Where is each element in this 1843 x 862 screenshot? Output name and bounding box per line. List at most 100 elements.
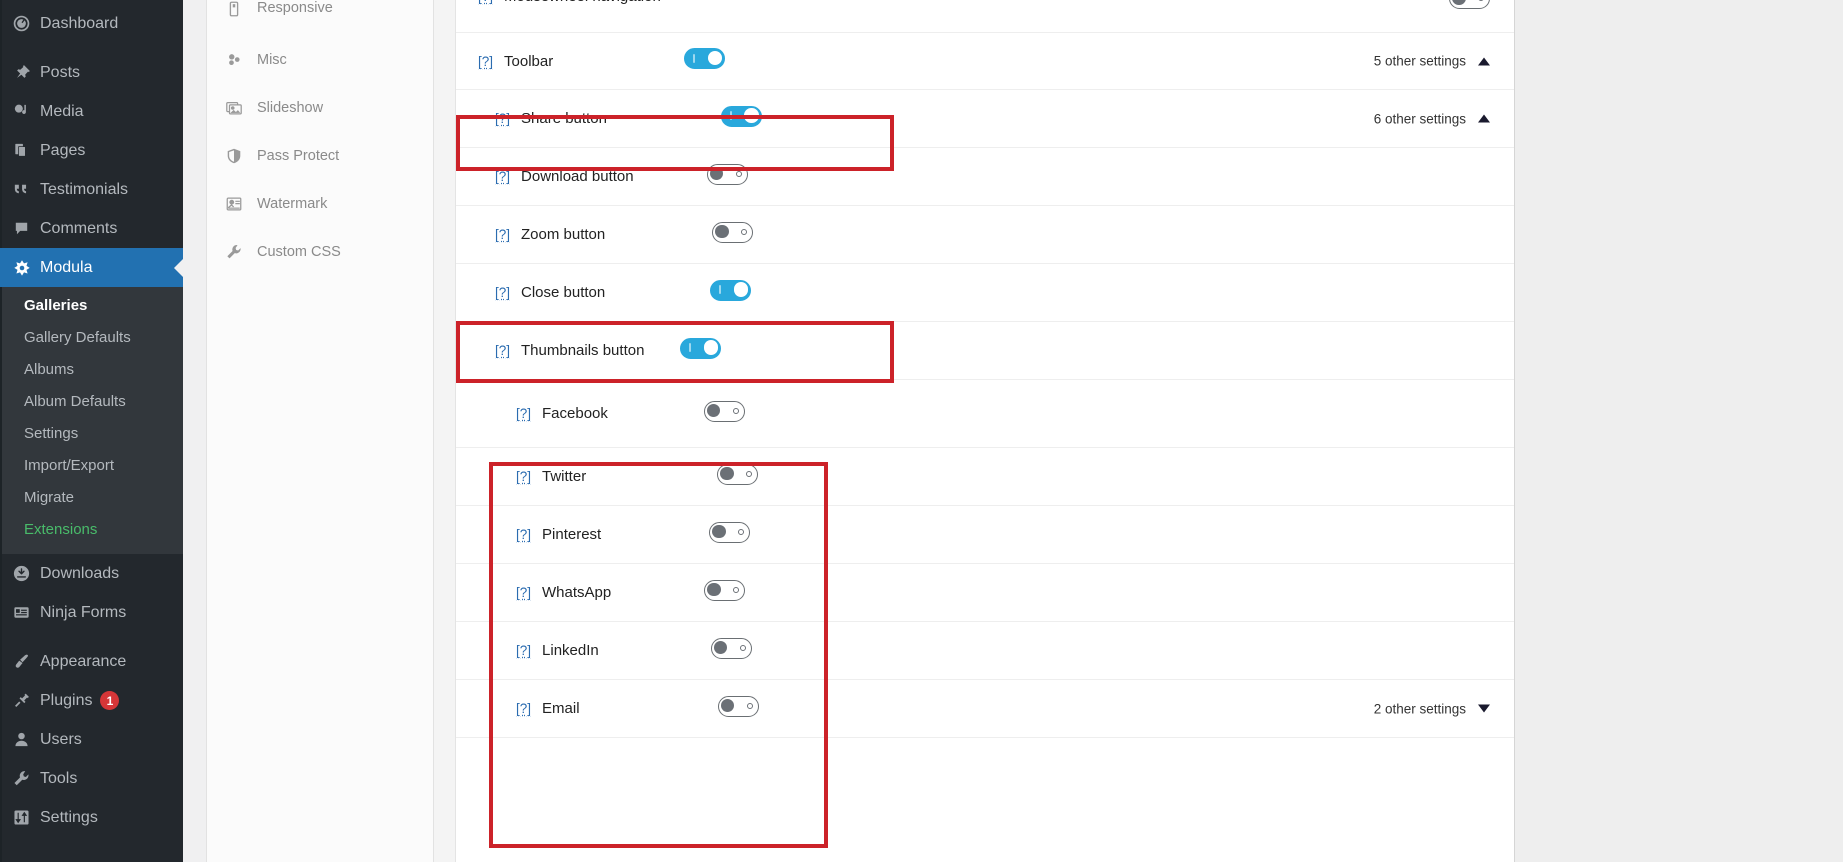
submenu-item-albums[interactable]: Albums	[0, 354, 183, 386]
modula-tab-list: Responsive Misc Slideshow Pass Protect W	[206, 0, 434, 862]
sidebar-item-plugins[interactable]: Plugins 1	[0, 681, 183, 720]
setting-row-linkedin[interactable]: [?] LinkedIn	[456, 622, 1514, 680]
sidebar-item-ninja-forms[interactable]: Ninja Forms	[0, 593, 183, 632]
sidebar-item-modula[interactable]: Modula	[0, 248, 183, 287]
pages-icon	[12, 141, 40, 160]
help-icon[interactable]: [?]	[516, 643, 531, 658]
tab-responsive[interactable]: Responsive	[207, 0, 433, 36]
lightbox-settings-panel: [?] Mousewheel navigation [?] Toolbar 5 …	[455, 0, 1515, 862]
setting-label-wrap: [?] Twitter	[456, 468, 586, 485]
sliders-icon	[12, 808, 40, 827]
modula-submenu: Galleries Gallery Defaults Albums Album …	[0, 287, 183, 554]
setting-label: Mousewheel navigation	[504, 0, 661, 5]
toggle-toolbar[interactable]	[684, 48, 725, 74]
wrench-icon	[225, 243, 257, 261]
toggle-linkedin[interactable]	[711, 638, 752, 664]
tab-misc[interactable]: Misc	[207, 36, 433, 84]
sidebar-label: Downloads	[40, 565, 119, 583]
toggle-whatsapp[interactable]	[704, 580, 745, 606]
chevron-up-icon	[1478, 57, 1490, 65]
toggle-download-button[interactable]	[707, 164, 748, 190]
sidebar-label: Media	[40, 103, 84, 121]
help-icon[interactable]: [?]	[478, 0, 493, 4]
setting-row-mousewheel-navigation[interactable]: [?] Mousewheel navigation	[456, 0, 1514, 33]
sidebar-item-comments[interactable]: Comments	[0, 209, 183, 248]
toggle-pinterest[interactable]	[709, 522, 750, 548]
other-settings-share-button[interactable]: 6 other settings	[1374, 111, 1490, 126]
sidebar-item-dashboard[interactable]: Dashboard	[0, 4, 183, 43]
sidebar-item-testimonials[interactable]: Testimonials	[0, 170, 183, 209]
help-icon[interactable]: [?]	[516, 701, 531, 716]
help-icon[interactable]: [?]	[478, 54, 493, 69]
sidebar-item-media[interactable]: Media	[0, 92, 183, 131]
setting-label-wrap: [?] Close button	[456, 284, 605, 301]
submenu-item-gallery-defaults[interactable]: Gallery Defaults	[0, 322, 183, 354]
setting-label-wrap: [?] Mousewheel navigation	[456, 0, 661, 5]
setting-label-wrap: [?] Email	[456, 700, 580, 717]
submenu-item-migrate[interactable]: Migrate	[0, 482, 183, 514]
sidebar-item-posts[interactable]: Posts	[0, 53, 183, 92]
setting-label-wrap: [?] Thumbnails button	[456, 342, 644, 359]
setting-label-wrap: [?] Share button	[456, 110, 607, 127]
setting-label: Pinterest	[542, 526, 601, 543]
setting-row-download-button[interactable]: [?] Download button	[456, 148, 1514, 206]
setting-row-twitter[interactable]: [?] Twitter	[456, 448, 1514, 506]
toggle-mousewheel-navigation[interactable]	[1449, 0, 1490, 14]
sidebar-content-gap	[183, 0, 206, 862]
submenu-item-album-defaults[interactable]: Album Defaults	[0, 386, 183, 418]
submenu-item-extensions[interactable]: Extensions	[0, 514, 183, 546]
sidebar-item-users[interactable]: Users	[0, 720, 183, 759]
setting-row-pinterest[interactable]: [?] Pinterest	[456, 506, 1514, 564]
sidebar-separator	[0, 632, 183, 642]
panel-left-gap	[434, 0, 455, 862]
setting-row-email[interactable]: [?] Email 2 other settings	[456, 680, 1514, 738]
help-icon[interactable]: [?]	[516, 469, 531, 484]
toggle-share-button[interactable]	[721, 106, 762, 132]
sidebar-item-settings[interactable]: Settings	[0, 798, 183, 837]
help-icon[interactable]: [?]	[495, 343, 510, 358]
tab-custom-css[interactable]: Custom CSS	[207, 228, 433, 276]
setting-label-wrap: [?] Pinterest	[456, 526, 601, 543]
sidebar-item-tools[interactable]: Tools	[0, 759, 183, 798]
setting-row-whatsapp[interactable]: [?] WhatsApp	[456, 564, 1514, 622]
submenu-item-settings[interactable]: Settings	[0, 418, 183, 450]
toggle-twitter[interactable]	[717, 464, 758, 490]
submenu-item-galleries[interactable]: Galleries	[0, 290, 183, 322]
toggle-facebook[interactable]	[704, 401, 745, 427]
active-arrow-icon	[174, 259, 183, 277]
sidebar-item-appearance[interactable]: Appearance	[0, 642, 183, 681]
setting-label: Share button	[521, 110, 607, 127]
watermark-icon	[225, 195, 257, 213]
help-icon[interactable]: [?]	[495, 227, 510, 242]
setting-label: Email	[542, 700, 580, 717]
help-icon[interactable]: [?]	[495, 111, 510, 126]
toggle-email[interactable]	[718, 696, 759, 722]
setting-row-share-button[interactable]: [?] Share button 6 other settings	[456, 90, 1514, 148]
help-icon[interactable]: [?]	[516, 585, 531, 600]
other-settings-toolbar[interactable]: 5 other settings	[1374, 54, 1490, 69]
setting-row-close-button[interactable]: [?] Close button	[456, 264, 1514, 322]
setting-label: WhatsApp	[542, 584, 611, 601]
toggle-zoom-button[interactable]	[712, 222, 753, 248]
sidebar-item-pages[interactable]: Pages	[0, 131, 183, 170]
tab-watermark[interactable]: Watermark	[207, 180, 433, 228]
help-icon[interactable]: [?]	[495, 169, 510, 184]
toggle-close-button[interactable]	[710, 280, 751, 306]
setting-row-zoom-button[interactable]: [?] Zoom button	[456, 206, 1514, 264]
help-icon[interactable]: [?]	[495, 285, 510, 300]
help-icon[interactable]: [?]	[516, 527, 531, 542]
shield-icon	[225, 147, 257, 165]
help-icon[interactable]: [?]	[516, 406, 531, 421]
setting-label-wrap: [?] Zoom button	[456, 226, 605, 243]
tab-pass-protect[interactable]: Pass Protect	[207, 132, 433, 180]
setting-label: Thumbnails button	[521, 342, 644, 359]
sidebar-item-downloads[interactable]: Downloads	[0, 554, 183, 593]
toggle-thumbnails-button[interactable]	[680, 338, 721, 364]
other-settings-email[interactable]: 2 other settings	[1374, 701, 1490, 716]
submenu-item-import-export[interactable]: Import/Export	[0, 450, 183, 482]
setting-row-facebook[interactable]: [?] Facebook	[456, 380, 1514, 448]
tab-slideshow[interactable]: Slideshow	[207, 84, 433, 132]
setting-row-thumbnails-button[interactable]: [?] Thumbnails button	[456, 322, 1514, 380]
setting-row-toolbar[interactable]: [?] Toolbar 5 other settings	[456, 33, 1514, 90]
sidebar-label: Users	[40, 731, 82, 749]
